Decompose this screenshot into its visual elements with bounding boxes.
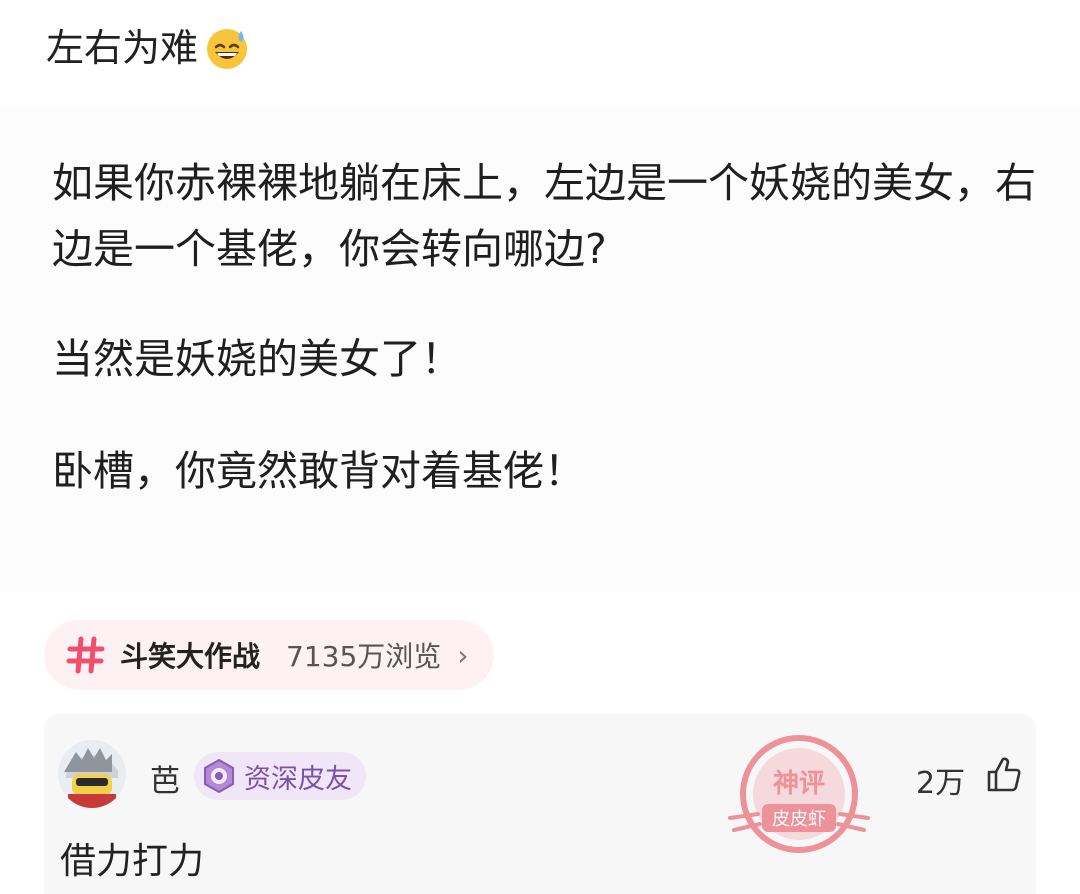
like-count: 2万: [916, 766, 966, 801]
avatar-image: [58, 740, 126, 808]
post-title: 左右为难: [46, 20, 250, 76]
top-comment-card: 芭 资深皮友 神评 皮皮虾 2万 借力打力: [44, 714, 1036, 894]
badge-medal-icon: [204, 758, 234, 794]
avatar[interactable]: [58, 740, 126, 808]
post-header: 左右为难: [0, 0, 1080, 100]
topic-views: 7135万浏览: [286, 640, 442, 673]
post-content-card: 如果你赤裸裸地躺在床上，左边是一个妖娆的美女，右边是一个基佬，你会转向哪边? 当…: [0, 106, 1080, 592]
hash-icon: [66, 636, 105, 674]
comment-username[interactable]: 芭: [150, 756, 180, 800]
stamp-line-1: 神评: [773, 769, 825, 799]
post-body: 如果你赤裸裸地躺在床上，左边是一个妖娆的美女，右边是一个基佬，你会转向哪边? 当…: [52, 150, 1062, 550]
top-comment-stamp: 神评 皮皮虾: [728, 735, 870, 853]
post-paragraph-answer: 当然是妖娆的美女了！: [52, 335, 462, 383]
chevron-right-icon: ›: [457, 638, 469, 672]
comment-text: 借力打力: [60, 841, 205, 882]
post-paragraph-question: 如果你赤裸裸地躺在床上，左边是一个妖娆的美女，右边是一个基佬，你会转向哪边?: [52, 159, 1036, 273]
badge-label: 资深皮友: [244, 763, 352, 795]
topic-link[interactable]: 斗笑大作战 7135万浏览 ›: [44, 620, 495, 690]
stamp-line-2: 皮皮虾: [772, 809, 826, 830]
thumbs-up-icon[interactable]: [984, 754, 1024, 794]
topic-name: 斗笑大作战: [120, 640, 261, 673]
sweat-smile-emoji-icon: [207, 29, 248, 69]
post-title-text: 左右为难: [46, 26, 199, 70]
post-paragraph-punchline: 卧槽，你竟然敢背对着基佬！: [52, 447, 585, 495]
user-level-badge: 资深皮友: [194, 752, 366, 800]
